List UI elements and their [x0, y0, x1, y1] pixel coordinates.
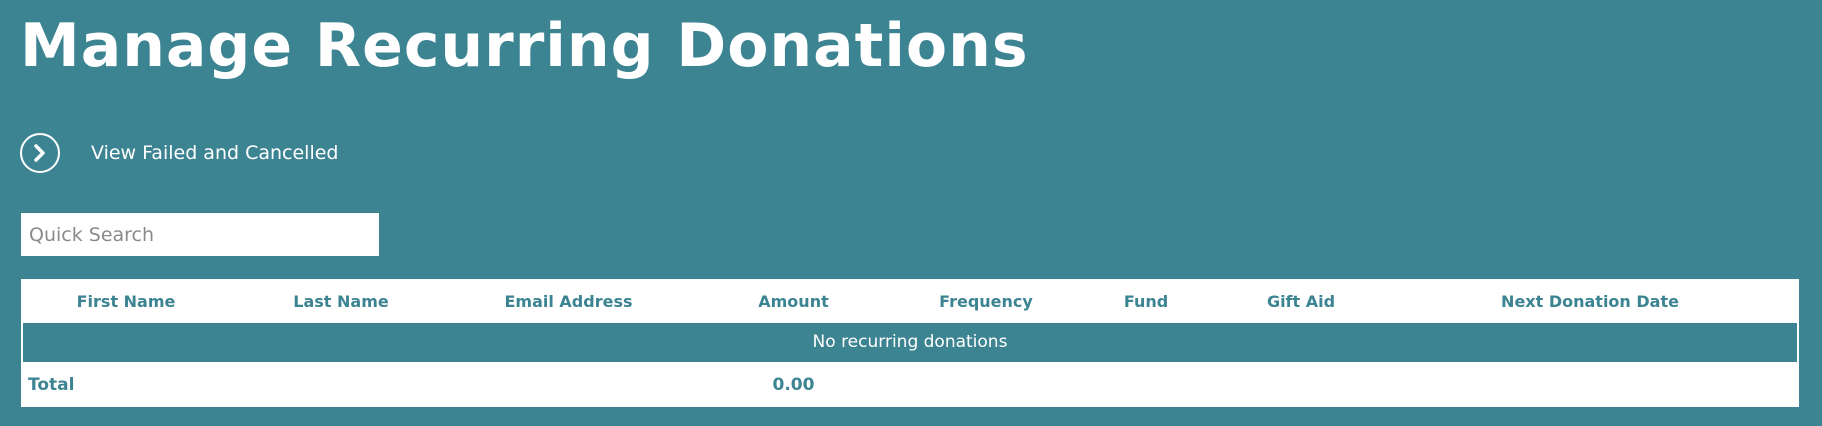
view-failed-cancelled-link[interactable]: View Failed and Cancelled [20, 130, 338, 176]
quick-search-input[interactable] [21, 213, 379, 256]
recurring-donations-table: First Name Last Name Email Address Amoun… [21, 279, 1799, 407]
column-header-email-address[interactable]: Email Address [451, 279, 686, 323]
column-header-first-name[interactable]: First Name [21, 279, 231, 323]
page-title: Manage Recurring Donations [20, 11, 1029, 81]
empty-message: No recurring donations [23, 323, 1797, 362]
column-header-amount[interactable]: Amount [686, 279, 901, 323]
column-header-fund[interactable]: Fund [1071, 279, 1221, 323]
column-header-next-donation-date[interactable]: Next Donation Date [1381, 279, 1799, 323]
empty-row: No recurring donations [21, 323, 1799, 362]
view-failed-cancelled-label: View Failed and Cancelled [91, 142, 339, 164]
chevron-right-circle-icon[interactable] [20, 133, 60, 173]
column-header-frequency[interactable]: Frequency [901, 279, 1071, 323]
total-amount: 0.00 [772, 374, 815, 395]
table-header-row: First Name Last Name Email Address Amoun… [21, 279, 1799, 323]
total-label: Total [28, 374, 75, 395]
column-header-last-name[interactable]: Last Name [231, 279, 451, 323]
column-header-gift-aid[interactable]: Gift Aid [1221, 279, 1381, 323]
total-row: Total 0.00 [21, 362, 1799, 407]
